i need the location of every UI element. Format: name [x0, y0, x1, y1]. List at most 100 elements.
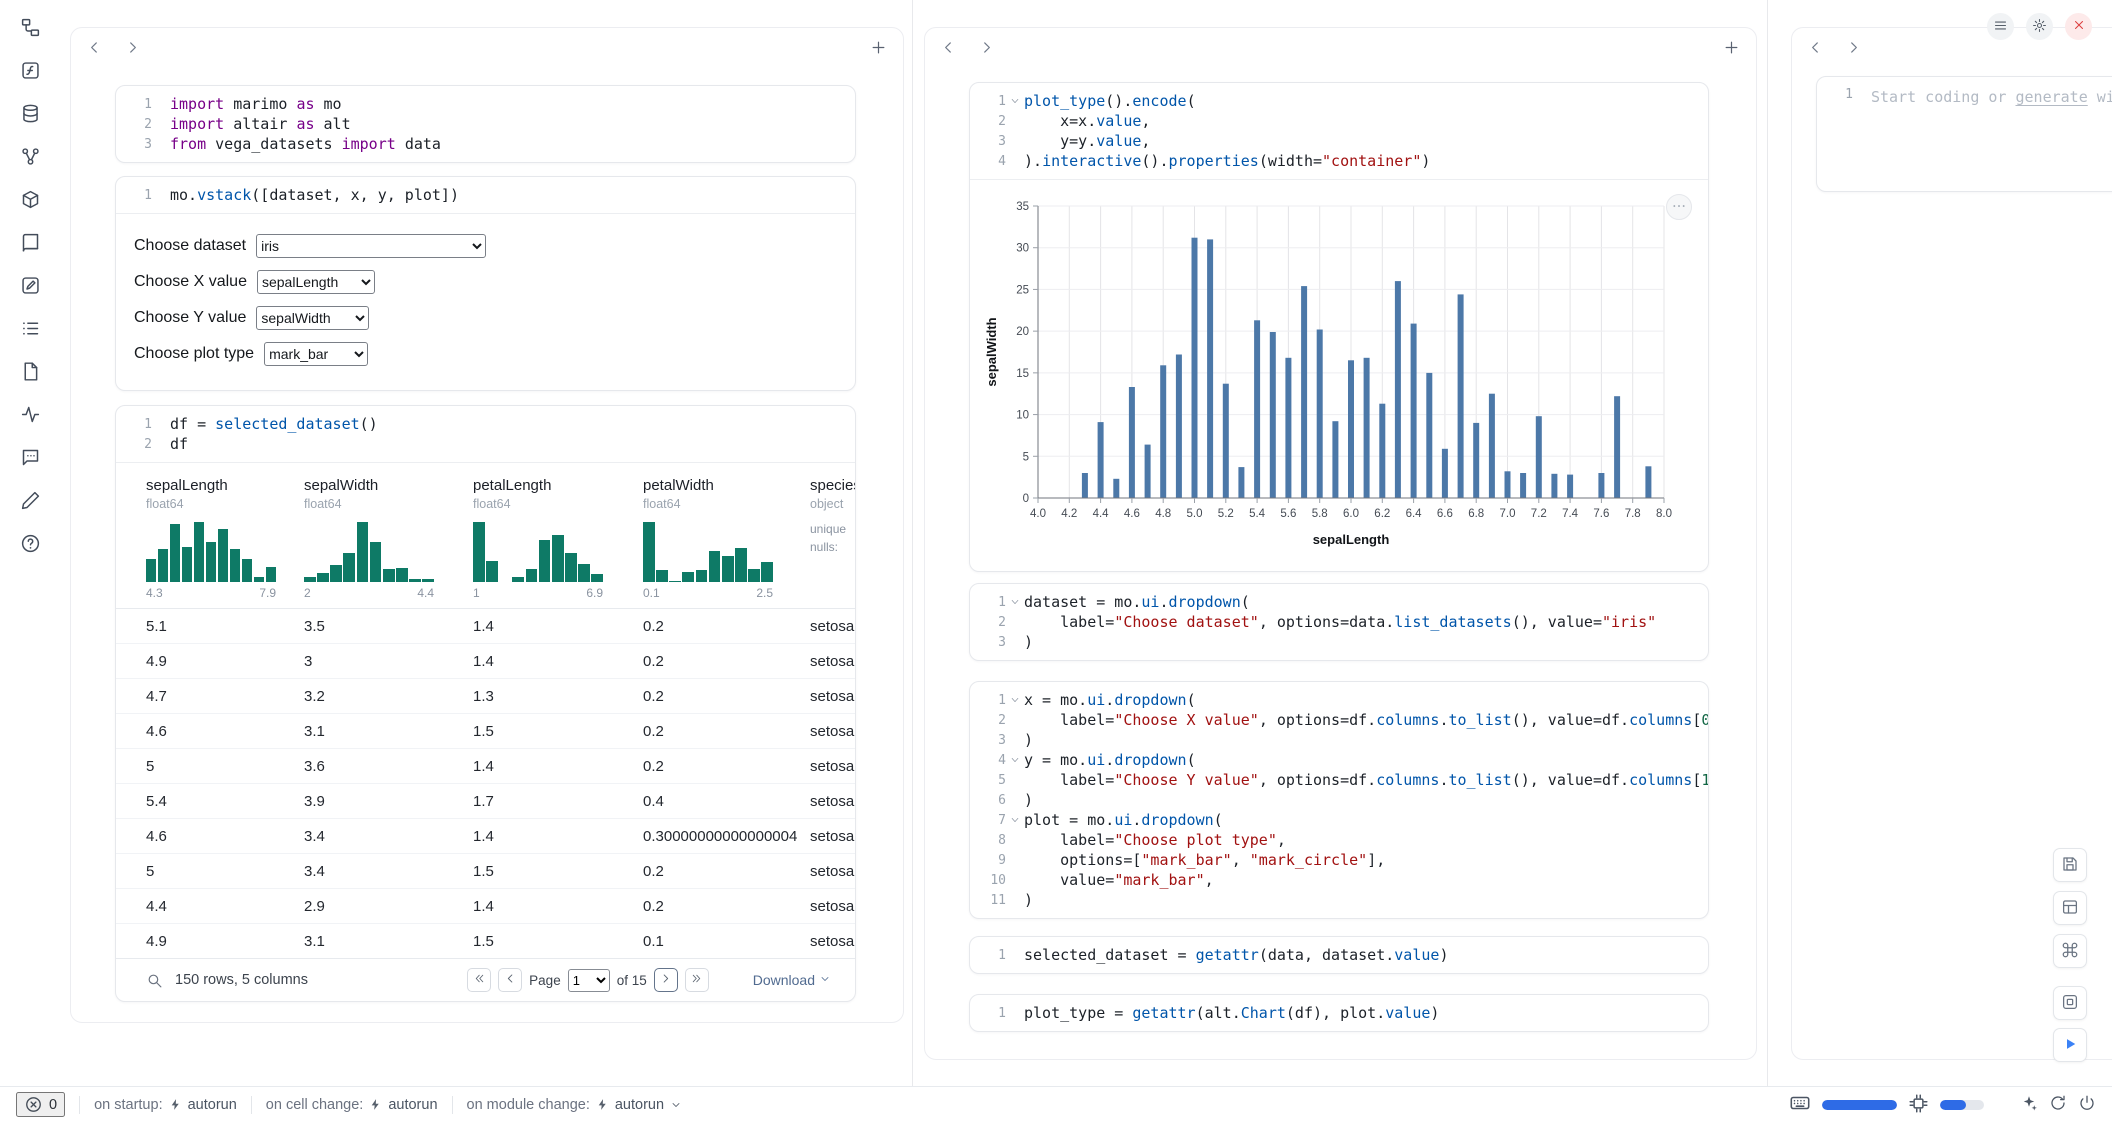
command-button[interactable] [2053, 934, 2087, 968]
panel-help-button[interactable] [12, 530, 48, 560]
cell-dataset-dropdown: 1dataset = mo.ui.dropdown(2 label="Choos… [969, 583, 1709, 661]
column-header-petalLength[interactable]: petalLengthfloat6416.9 [473, 477, 643, 608]
panel-explorer-button[interactable] [12, 14, 48, 44]
divider [251, 1096, 252, 1114]
choose-y-value-select[interactable]: sepalWidth [256, 306, 369, 330]
code-editor[interactable]: 1plot_type().encode(2 x=x.value,3 y=y.va… [970, 83, 1708, 179]
table-row[interactable]: 53.61.40.2setosa [116, 748, 855, 783]
move-column-right-button[interactable] [971, 34, 1001, 64]
chart-actions-button[interactable] [1666, 194, 1692, 220]
column-header-petalWidth[interactable]: petalWidthfloat640.12.5 [643, 477, 810, 608]
table-row[interactable]: 4.931.40.2setosa [116, 643, 855, 678]
next-page-button[interactable] [654, 968, 678, 992]
panel-documentation-button[interactable] [12, 229, 48, 259]
add-cell-button[interactable] [863, 34, 893, 64]
choose-dataset-select[interactable]: iris [256, 234, 486, 258]
panel-dependencies-button[interactable] [12, 143, 48, 173]
choose-x-value-select[interactable]: sepalLength [257, 270, 375, 294]
code-editor[interactable]: 1mo.vstack([dataset, x, y, plot]) [116, 177, 855, 213]
table-row[interactable]: 4.93.11.50.1setosa [116, 923, 855, 958]
move-column-left-button[interactable] [79, 34, 109, 64]
errors-indicator[interactable]: 0 [16, 1092, 65, 1117]
restart-kernel-button[interactable] [2049, 1094, 2067, 1115]
power-button[interactable] [2078, 1094, 2096, 1115]
fold-icon[interactable] [1006, 755, 1024, 765]
last-page-button[interactable] [685, 968, 709, 992]
table-row[interactable]: 53.41.50.2setosa [116, 853, 855, 888]
table-row[interactable]: 4.42.91.40.2setosa [116, 888, 855, 923]
fold-icon[interactable] [1006, 815, 1024, 825]
shutdown-button[interactable] [2065, 13, 2092, 40]
scratchpad-icon [20, 275, 41, 299]
code-editor[interactable]: 1import marimo as mo2import altair as al… [116, 86, 855, 162]
table-row[interactable]: 4.63.11.50.2setosa [116, 713, 855, 748]
column-divider[interactable] [1767, 0, 1768, 1086]
move-column-right-button[interactable] [1838, 34, 1868, 64]
panel-chat-button[interactable] [12, 444, 48, 474]
panel-scratchpad-button[interactable] [12, 272, 48, 302]
column-divider[interactable] [912, 0, 913, 1086]
choose-plot-type-select[interactable]: mark_bar [264, 342, 368, 366]
svg-text:7.0: 7.0 [1500, 508, 1516, 520]
code-editor[interactable]: 1x = mo.ui.dropdown(2 label="Choose X va… [970, 682, 1708, 918]
code-editor[interactable]: 1dataset = mo.ui.dropdown(2 label="Choos… [970, 584, 1708, 660]
editor-placeholder: Start coding or generate with AI [1871, 87, 2112, 107]
svg-text:6.4: 6.4 [1406, 508, 1423, 520]
memory-button[interactable] [1908, 1093, 1929, 1117]
notebook-menu-button[interactable] [1987, 13, 2014, 40]
table-row[interactable]: 4.73.21.30.2setosa [116, 678, 855, 713]
code-editor[interactable]: 1plot_type = getattr(alt.Chart(df), plot… [970, 995, 1708, 1031]
fold-icon[interactable] [1006, 695, 1024, 705]
line-number: 10 [970, 873, 1006, 888]
ai-assist-button[interactable] [2020, 1094, 2038, 1115]
column-header-species[interactable]: speciesobjectuniquenulls: [810, 477, 856, 608]
table-row[interactable]: 5.43.91.70.4setosa [116, 783, 855, 818]
panel-tracing-button[interactable] [12, 401, 48, 431]
column-header-sepalLength[interactable]: sepalLengthfloat644.37.9 [146, 477, 304, 608]
code-editor[interactable]: 1df = selected_dataset()2df [116, 406, 855, 462]
line-number: 1 [970, 94, 1006, 109]
save-button[interactable] [2053, 848, 2087, 882]
line-number: 2 [116, 117, 152, 132]
page-select[interactable]: 1 [568, 969, 610, 992]
altair-bar-chart[interactable]: 4.04.24.44.64.85.05.25.45.65.86.06.26.46… [980, 192, 1708, 563]
prev-page-button[interactable] [498, 968, 522, 992]
column-header-sepalWidth[interactable]: sepalWidthfloat6424.4 [304, 477, 473, 608]
dots-menu-icon [1671, 198, 1687, 217]
panel-packages-button[interactable] [12, 186, 48, 216]
chevrons-right-icon [690, 972, 703, 988]
runtime-config-item[interactable]: on startup:autorun [94, 1097, 237, 1113]
move-column-left-button[interactable] [933, 34, 963, 64]
fold-icon[interactable] [1006, 597, 1024, 607]
empty-cell[interactable]: 1 Start coding or generate with AI [1816, 76, 2112, 192]
fold-spacer [1853, 87, 1871, 107]
search-icon[interactable] [146, 972, 163, 989]
pagination: Page 1 of 15 [467, 968, 709, 992]
table-row[interactable]: 5.13.51.40.2setosa [116, 608, 855, 643]
download-button[interactable]: Download [747, 971, 837, 989]
runtime-config-item[interactable]: on module change:autorun [467, 1097, 683, 1113]
move-column-right-button[interactable] [117, 34, 147, 64]
code-line: 3from vega_datasets import data [116, 134, 841, 154]
keyboard-shortcuts-button[interactable] [1789, 1092, 1811, 1117]
move-column-left-button[interactable] [1800, 34, 1830, 64]
play-button[interactable] [2053, 1028, 2087, 1062]
fold-icon[interactable] [1006, 96, 1024, 106]
add-cell-button[interactable] [1716, 34, 1746, 64]
code-line: 1df = selected_dataset() [116, 414, 841, 434]
panel-datasources-button[interactable] [12, 100, 48, 130]
svg-text:15: 15 [1016, 368, 1029, 380]
layout-button[interactable] [2053, 891, 2087, 925]
table-row[interactable]: 4.63.41.40.30000000000000004setosa [116, 818, 855, 853]
first-page-button[interactable] [467, 968, 491, 992]
svg-text:4.8: 4.8 [1155, 508, 1171, 520]
panel-compose-button[interactable] [12, 487, 48, 517]
runtime-config-item[interactable]: on cell change:autorun [266, 1097, 438, 1113]
code-editor[interactable]: 1selected_dataset = getattr(data, datase… [970, 937, 1708, 973]
generate-with-ai-link[interactable]: generate [2016, 88, 2088, 106]
frame-button[interactable] [2053, 986, 2087, 1020]
panel-functions-button[interactable] [12, 57, 48, 87]
panel-snippets-button[interactable] [12, 358, 48, 388]
panel-logs-button[interactable] [12, 315, 48, 345]
settings-button[interactable] [2026, 13, 2053, 40]
